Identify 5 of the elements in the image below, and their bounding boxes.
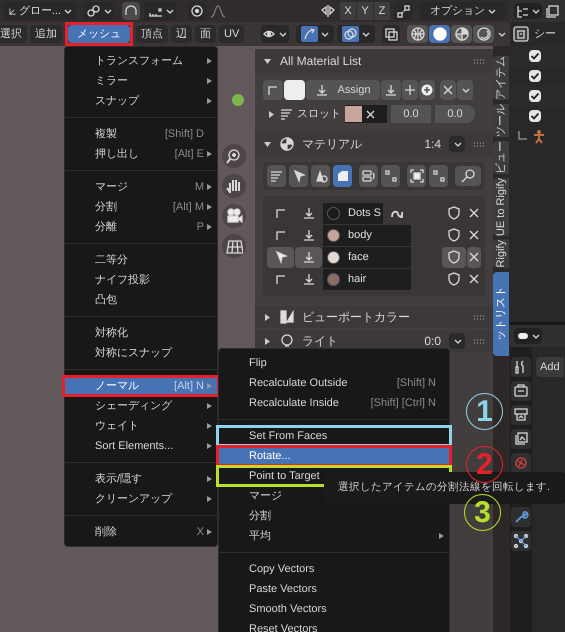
step-number: 2 [466,446,503,483]
item-count: 0:0 [424,333,441,350]
step-number: 1 [466,393,503,430]
material-count: 1:4 [424,136,441,153]
slot-label: スロット [297,106,341,122]
